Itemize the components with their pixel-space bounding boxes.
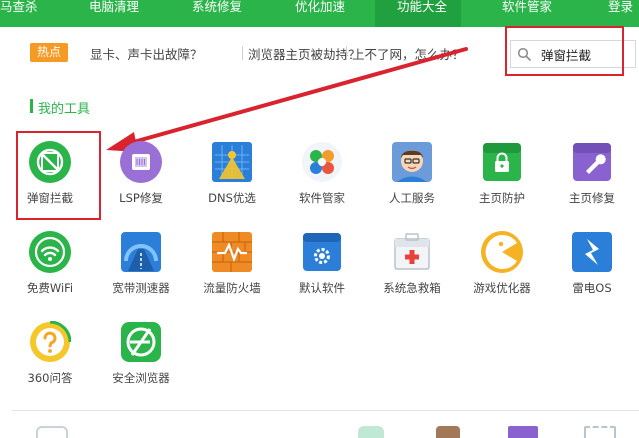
tool-label: 默认软件	[299, 281, 345, 295]
homepage-repair-icon	[573, 143, 611, 181]
tool-label: 弹窗拦截	[27, 191, 73, 205]
firewall-icon	[212, 232, 252, 272]
default-software-icon	[303, 233, 341, 271]
section-title: 我的工具	[38, 102, 91, 117]
tool-dns[interactable]: DNS优选	[192, 141, 272, 206]
partial-icon	[508, 426, 538, 438]
partial-icon	[36, 426, 68, 438]
software-manager-icon	[302, 142, 342, 182]
tool-speed-test[interactable]: 宽带测速器	[101, 231, 181, 296]
tool-human-service[interactable]: 人工服务	[372, 141, 452, 206]
tool-label: 宽带测速器	[112, 281, 170, 295]
tool-label: 主页修复	[569, 191, 615, 205]
tool-firewall[interactable]: 流量防火墙	[192, 231, 272, 296]
tool-free-wifi[interactable]: 免费WiFi	[10, 231, 90, 296]
tool-label: LSP修复	[119, 191, 163, 205]
divider	[12, 410, 639, 411]
tool-label: 360问答	[27, 371, 73, 385]
tool-secure-browser[interactable]: 安全浏览器	[101, 321, 181, 386]
tool-label: 免费WiFi	[26, 281, 74, 295]
tool-360-qa[interactable]: 360问答	[10, 321, 90, 386]
human-service-icon	[392, 142, 432, 182]
tool-label: 软件管家	[299, 191, 345, 205]
tool-first-aid[interactable]: 系统急救箱	[372, 231, 452, 296]
lsp-repair-icon	[120, 141, 162, 183]
tool-default-software[interactable]: 默认软件	[282, 231, 362, 296]
thunder-os-icon	[572, 232, 612, 272]
partial-icon	[584, 426, 616, 438]
homepage-protect-icon	[483, 143, 521, 181]
tool-lsp-repair[interactable]: LSP修复	[101, 141, 181, 206]
popup-block-icon	[29, 141, 71, 183]
tool-label: 主页防护	[479, 191, 525, 205]
tool-label: DNS优选	[208, 191, 256, 205]
tool-homepage-protect[interactable]: 主页防护	[462, 141, 542, 206]
tool-popup-block[interactable]: 弹窗拦截	[10, 141, 90, 206]
tool-software-manager[interactable]: 软件管家	[282, 141, 362, 206]
tool-label: 流量防火墙	[203, 281, 261, 295]
browser-icon	[121, 322, 161, 362]
tool-game-optimizer[interactable]: 游戏优化器	[462, 231, 542, 296]
partial-icon	[436, 426, 460, 438]
tool-homepage-repair[interactable]: 主页修复	[552, 141, 632, 206]
question-icon	[30, 321, 71, 362]
dns-icon	[212, 142, 252, 182]
annotation-arrow	[106, 47, 468, 152]
tool-thunder-os[interactable]: 雷电OS	[552, 231, 632, 296]
tool-label: 雷电OS	[572, 281, 612, 295]
tool-label: 安全浏览器	[112, 371, 170, 385]
tool-label: 人工服务	[389, 191, 435, 205]
tool-label: 游戏优化器	[473, 281, 531, 295]
game-optimizer-icon	[481, 231, 523, 273]
partial-icon	[358, 426, 384, 438]
speedometer-icon	[121, 232, 161, 272]
first-aid-icon	[394, 233, 430, 270]
tool-label: 系统急救箱	[383, 281, 441, 295]
section-accent-bar	[30, 99, 33, 113]
wifi-icon	[29, 231, 71, 273]
